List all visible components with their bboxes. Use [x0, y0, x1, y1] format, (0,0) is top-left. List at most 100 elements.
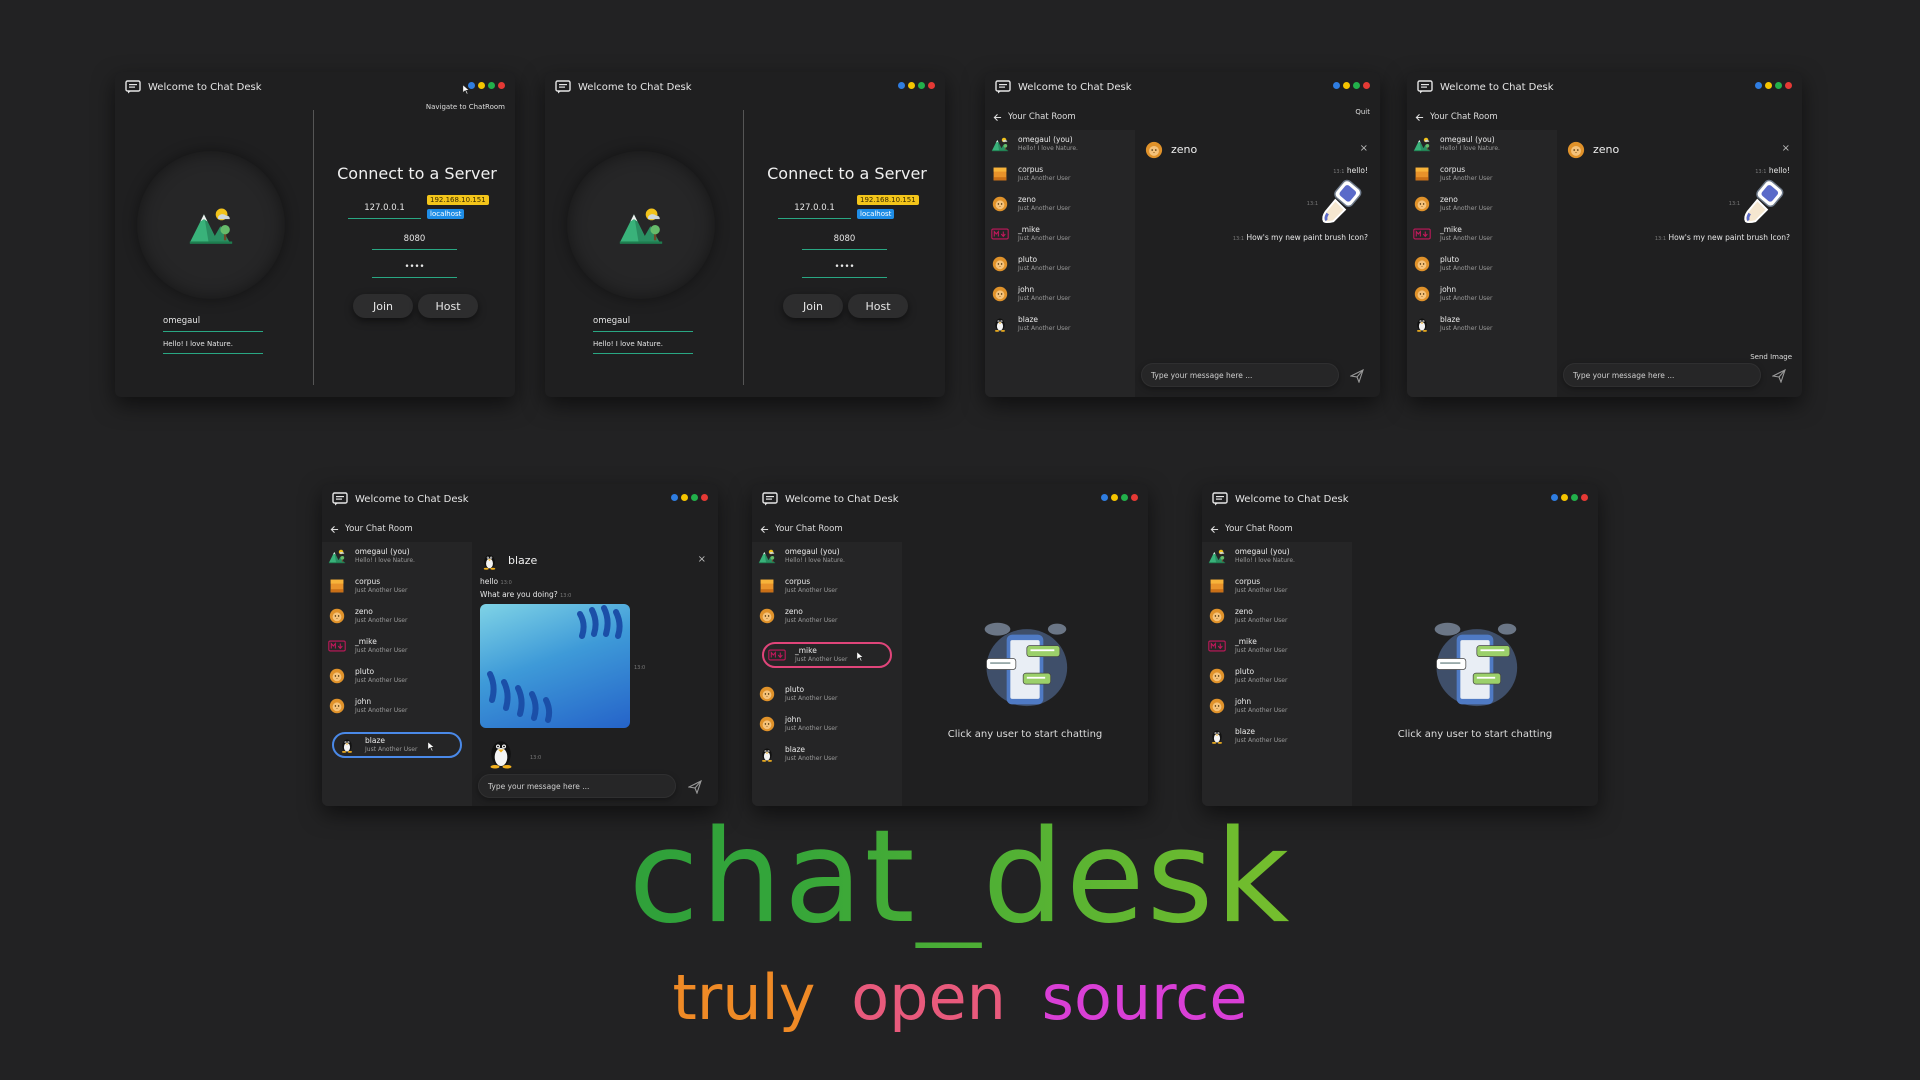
- user-item[interactable]: omegaul (you) Hello! I love Nature.: [1202, 542, 1354, 570]
- user-item[interactable]: zeno Just Another User: [1407, 190, 1559, 218]
- user-item[interactable]: _mike Just Another User: [1407, 220, 1559, 248]
- blue-dot-button[interactable]: [1101, 494, 1108, 501]
- minimize-button[interactable]: [908, 82, 915, 89]
- user-item[interactable]: zeno Just Another User: [752, 602, 904, 630]
- user-item[interactable]: blaze Just Another User: [1407, 310, 1559, 338]
- close-button[interactable]: [1581, 494, 1588, 501]
- user-item[interactable]: pluto Just Another User: [1407, 250, 1559, 278]
- blue-dot-button[interactable]: [1551, 494, 1558, 501]
- user-item[interactable]: corpus Just Another User: [322, 572, 474, 600]
- close-button[interactable]: [928, 82, 935, 89]
- close-chat-icon[interactable]: ×: [1782, 143, 1790, 154]
- chat-app-icon: [1417, 80, 1433, 94]
- localhost-chip[interactable]: localhost: [427, 209, 465, 219]
- blue-dot-button[interactable]: [898, 82, 905, 89]
- host-field[interactable]: 127.0.0.1: [348, 203, 421, 219]
- maximize-button[interactable]: [488, 82, 495, 89]
- close-chat-icon[interactable]: ×: [1360, 143, 1368, 154]
- message-input[interactable]: Type your message here ...: [1563, 363, 1761, 387]
- join-button[interactable]: Join: [353, 294, 413, 318]
- user-item[interactable]: _mike Just Another User: [1202, 632, 1354, 660]
- username-field[interactable]: omegaul: [163, 316, 263, 332]
- minimize-button[interactable]: [681, 494, 688, 501]
- status-field[interactable]: Hello! I love Nature.: [163, 340, 263, 354]
- user-item[interactable]: zeno Just Another User: [985, 190, 1137, 218]
- back-to-room[interactable]: Your Chat Room: [330, 522, 413, 536]
- close-chat-icon[interactable]: ×: [698, 554, 706, 565]
- minimize-button[interactable]: [478, 82, 485, 89]
- user-item-selected[interactable]: _mike Just Another User: [762, 641, 892, 669]
- blue-dot-button[interactable]: [671, 494, 678, 501]
- user-status: Just Another User: [1018, 325, 1071, 332]
- localhost-chip[interactable]: localhost: [857, 209, 895, 219]
- user-item[interactable]: blaze Just Another User: [985, 310, 1137, 338]
- profile-avatar[interactable]: [567, 151, 715, 299]
- send-icon[interactable]: [1350, 369, 1364, 383]
- user-item[interactable]: pluto Just Another User: [1202, 662, 1354, 690]
- back-to-room[interactable]: Your Chat Room: [1210, 522, 1293, 536]
- user-item[interactable]: corpus Just Another User: [1407, 160, 1559, 188]
- close-button[interactable]: [1785, 82, 1792, 89]
- host-button[interactable]: Host: [418, 294, 478, 318]
- minimize-button[interactable]: [1561, 494, 1568, 501]
- minimize-button[interactable]: [1111, 494, 1118, 501]
- status-field[interactable]: Hello! I love Nature.: [593, 340, 693, 354]
- user-item[interactable]: _mike Just Another User: [322, 632, 474, 660]
- user-item[interactable]: john Just Another User: [985, 280, 1137, 308]
- user-item[interactable]: omegaul (you) Hello! I love Nature.: [752, 542, 904, 570]
- ip-chip[interactable]: 192.168.10.151: [427, 195, 489, 205]
- user-item[interactable]: john Just Another User: [1407, 280, 1559, 308]
- maximize-button[interactable]: [1121, 494, 1128, 501]
- shared-image[interactable]: [480, 604, 630, 728]
- user-item[interactable]: corpus Just Another User: [985, 160, 1137, 188]
- user-item[interactable]: blaze Just Another User: [1202, 722, 1354, 750]
- user-item[interactable]: john Just Another User: [1202, 692, 1354, 720]
- user-item[interactable]: john Just Another User: [322, 692, 474, 720]
- host-button[interactable]: Host: [848, 294, 908, 318]
- user-item[interactable]: pluto Just Another User: [752, 680, 904, 708]
- close-button[interactable]: [1131, 494, 1138, 501]
- message-input[interactable]: Type your message here ...: [1141, 363, 1339, 387]
- minimize-button[interactable]: [1343, 82, 1350, 89]
- user-item[interactable]: blaze Just Another User: [752, 740, 904, 768]
- blue-dot-button[interactable]: [1333, 82, 1340, 89]
- user-item[interactable]: john Just Another User: [752, 710, 904, 738]
- password-field[interactable]: ••••: [802, 262, 887, 278]
- user-item[interactable]: zeno Just Another User: [1202, 602, 1354, 630]
- user-item[interactable]: omegaul (you) Hello! I love Nature.: [322, 542, 474, 570]
- maximize-button[interactable]: [691, 494, 698, 501]
- password-field[interactable]: ••••: [372, 262, 457, 278]
- user-item[interactable]: pluto Just Another User: [322, 662, 474, 690]
- maximize-button[interactable]: [918, 82, 925, 89]
- message-input[interactable]: Type your message here ...: [478, 774, 676, 798]
- user-item[interactable]: corpus Just Another User: [1202, 572, 1354, 600]
- minimize-button[interactable]: [1765, 82, 1772, 89]
- user-item[interactable]: corpus Just Another User: [752, 572, 904, 600]
- profile-avatar[interactable]: [137, 151, 285, 299]
- user-item-selected[interactable]: blaze Just Another User: [332, 731, 462, 759]
- ip-chip[interactable]: 192.168.10.151: [857, 195, 919, 205]
- maximize-button[interactable]: [1775, 82, 1782, 89]
- user-item[interactable]: pluto Just Another User: [985, 250, 1137, 278]
- maximize-button[interactable]: [1353, 82, 1360, 89]
- port-field[interactable]: 8080: [802, 234, 887, 250]
- user-item[interactable]: omegaul (you) Hello! I love Nature.: [1407, 130, 1559, 158]
- port-field[interactable]: 8080: [372, 234, 457, 250]
- close-button[interactable]: [498, 82, 505, 89]
- blue-dot-button[interactable]: [1755, 82, 1762, 89]
- maximize-button[interactable]: [1571, 494, 1578, 501]
- join-button[interactable]: Join: [783, 294, 843, 318]
- user-item[interactable]: zeno Just Another User: [322, 602, 474, 630]
- username-field[interactable]: omegaul: [593, 316, 693, 332]
- back-to-room[interactable]: Your Chat Room: [1415, 110, 1498, 124]
- user-status: Just Another User: [795, 656, 848, 663]
- back-to-room[interactable]: Your Chat Room: [993, 110, 1076, 124]
- user-item[interactable]: _mike Just Another User: [985, 220, 1137, 248]
- user-item[interactable]: omegaul (you) Hello! I love Nature.: [985, 130, 1137, 158]
- close-button[interactable]: [1363, 82, 1370, 89]
- send-icon[interactable]: [688, 780, 702, 794]
- back-to-room[interactable]: Your Chat Room: [760, 522, 843, 536]
- host-field[interactable]: 127.0.0.1: [778, 203, 851, 219]
- close-button[interactable]: [701, 494, 708, 501]
- send-icon[interactable]: [1772, 369, 1786, 383]
